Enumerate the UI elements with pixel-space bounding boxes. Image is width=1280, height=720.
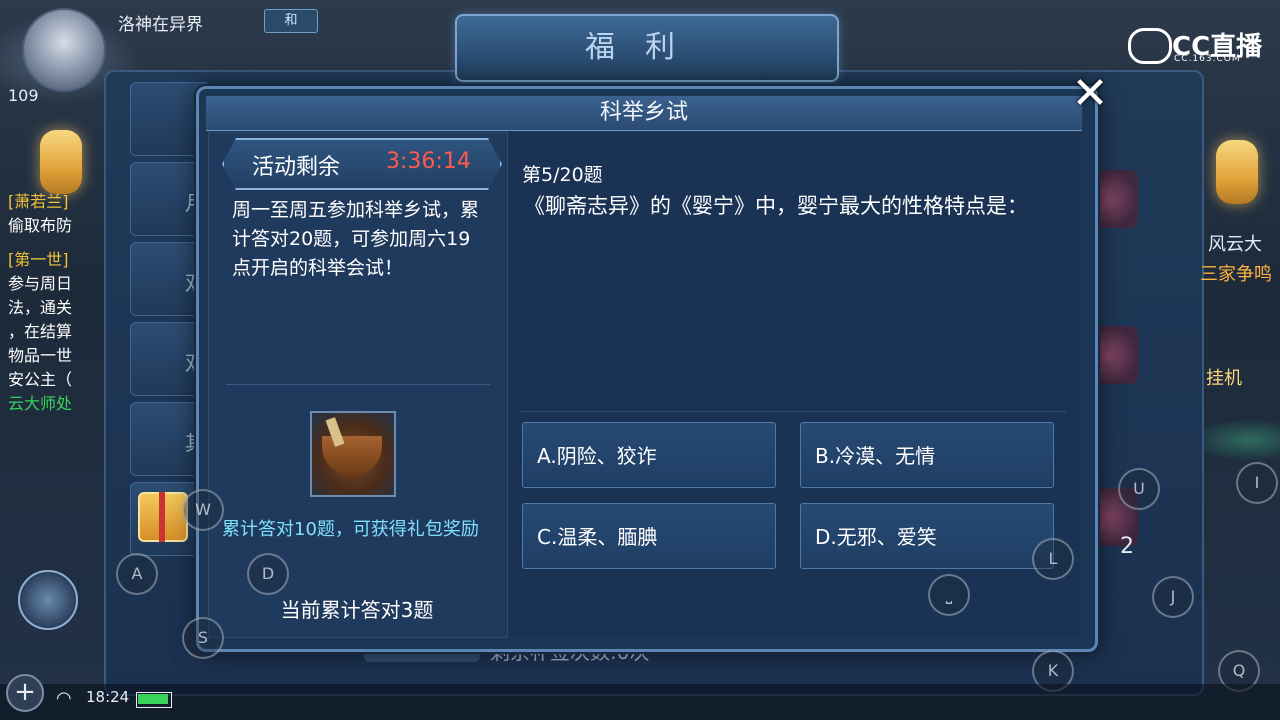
- vkey-j[interactable]: J: [1152, 576, 1194, 618]
- divider: [520, 411, 1066, 412]
- vkey-a[interactable]: A: [116, 553, 158, 595]
- player-avatar[interactable]: [22, 8, 106, 92]
- skill-icon[interactable]: [18, 570, 78, 630]
- chat-line: 偷取布防: [8, 216, 73, 235]
- vkey-s[interactable]: S: [182, 617, 224, 659]
- lantern-icon: [40, 130, 82, 194]
- timer-label: 活动剩余: [252, 155, 341, 180]
- cc-cloud-icon: [1128, 28, 1172, 64]
- rule-text: 周一至周五参加科举乡试，累计答对20题，可参加周六19点开启的科举会试！: [232, 199, 480, 279]
- chat-line: [第一世]: [8, 250, 69, 269]
- chat-line: ，在结算: [8, 322, 73, 341]
- status-bar: [0, 684, 1280, 720]
- hud-afk-label[interactable]: 挂机: [1206, 364, 1242, 390]
- chat-line: 参与周日: [8, 274, 73, 293]
- chat-line: 云大师处: [8, 394, 73, 413]
- timer-value: 3:36:14: [386, 149, 471, 174]
- vkey-w[interactable]: W: [182, 489, 224, 531]
- chat-line: 法，通关: [8, 298, 73, 317]
- player-level: 109: [8, 86, 39, 105]
- answer-c-button[interactable]: C.温柔、腼腆: [522, 503, 776, 569]
- question-number: 第5/20题: [522, 164, 603, 186]
- clock: 18:24: [86, 688, 130, 706]
- answer-d-button[interactable]: D.无邪、爱笑: [800, 503, 1054, 569]
- cc-url: CC.163.COM: [1174, 54, 1241, 64]
- divider: [226, 384, 490, 385]
- wifi-icon: ◠: [56, 688, 72, 709]
- chat-panel[interactable]: [萧若兰] 偷取布防 [第一世] 参与周日 法，通关 ，在结算 物品一世 安公主…: [8, 190, 108, 450]
- chat-line: [萧若兰]: [8, 192, 69, 211]
- vkey-d[interactable]: D: [247, 553, 289, 595]
- current-count: 当前累计答对3题: [280, 598, 434, 622]
- answer-a-button[interactable]: A.阴险、狡诈: [522, 422, 776, 488]
- reward-text: 累计答对10题，可获得礼包奖励: [222, 519, 479, 540]
- player-name: 洛神在异界: [118, 15, 203, 35]
- vkey-i[interactable]: I: [1236, 462, 1278, 504]
- vkey-space[interactable]: ⎵: [928, 574, 970, 616]
- welfare-title: 福利: [585, 30, 705, 65]
- answer-b-button[interactable]: B.冷漠、无情: [800, 422, 1054, 488]
- battery-fill: [138, 694, 168, 704]
- hud-wind-label[interactable]: 风云大: [1208, 230, 1262, 256]
- plus-icon[interactable]: +: [6, 674, 44, 712]
- lantern-icon: [1216, 140, 1258, 204]
- gift-ribbon: [159, 492, 165, 542]
- dialog-title: 科举乡试: [599, 100, 688, 125]
- chat-line: 物品一世: [8, 346, 73, 365]
- question-text: 《聊斋志异》的《婴宁》中，婴宁最大的性格特点是：: [524, 194, 1028, 218]
- item-count: 2: [1120, 534, 1134, 559]
- vkey-u[interactable]: U: [1118, 468, 1160, 510]
- chat-line: 安公主（: [8, 370, 73, 389]
- close-icon[interactable]: ✕: [1066, 70, 1114, 118]
- vkey-l[interactable]: L: [1032, 538, 1074, 580]
- hud-family-label[interactable]: 三家争鸣: [1200, 260, 1272, 286]
- player-tag[interactable]: 和: [264, 9, 318, 33]
